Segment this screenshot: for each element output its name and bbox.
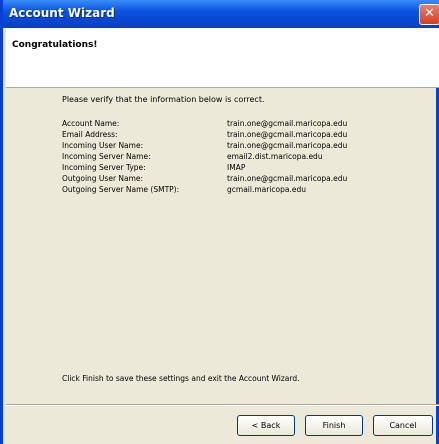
summary-row: Incoming User Name: train.one@gcmail.mar… (62, 141, 347, 152)
row-label: Account Name: (62, 119, 120, 128)
finish-instruction: Click Finish to save these settings and … (62, 374, 300, 383)
row-label: Incoming Server Type: (62, 163, 146, 172)
row-label: Email Address: (62, 130, 118, 139)
finish-button[interactable]: Finish (305, 415, 363, 436)
summary-table: Account Name: train.one@gcmail.maricopa.… (62, 119, 347, 196)
summary-row: Outgoing Server Name (SMTP): gcmail.mari… (62, 185, 347, 196)
wizard-content: Please verify that the information below… (6, 89, 439, 404)
summary-row: Outgoing User Name: train.one@gcmail.mar… (62, 174, 347, 185)
row-value: train.one@gcmail.maricopa.edu (227, 130, 348, 139)
row-value: train.one@gcmail.maricopa.edu (227, 119, 348, 128)
row-label: Incoming Server Name: (62, 152, 151, 161)
row-label: Outgoing Server Name (SMTP): (62, 185, 180, 194)
summary-row: Email Address: train.one@gcmail.maricopa… (62, 130, 347, 141)
separator (6, 404, 439, 406)
title-bar[interactable]: Account Wizard ✕ (3, 0, 439, 28)
row-value: train.one@gcmail.maricopa.edu (227, 174, 348, 183)
account-wizard-window: Account Wizard ✕ Congratulations! Please… (0, 0, 439, 444)
close-button[interactable]: ✕ (419, 4, 439, 25)
summary-row: Incoming Server Name: email2.dist.marico… (62, 152, 347, 163)
summary-row: Incoming Server Type: IMAP (62, 163, 347, 174)
summary-row: Account Name: train.one@gcmail.maricopa.… (62, 119, 347, 130)
row-value: train.one@gcmail.maricopa.edu (227, 141, 348, 150)
intro-text: Please verify that the information below… (62, 95, 265, 104)
row-value: gcmail.maricopa.edu (227, 185, 306, 194)
back-button[interactable]: < Back (237, 415, 295, 436)
row-label: Incoming User Name: (62, 141, 144, 150)
row-value: email2.dist.maricopa.edu (227, 152, 323, 161)
row-label: Outgoing User Name: (62, 174, 144, 183)
window-title: Account Wizard (9, 6, 115, 20)
row-value: IMAP (227, 163, 246, 172)
close-icon: ✕ (424, 6, 435, 21)
page-title: Congratulations! (12, 40, 98, 50)
cancel-button[interactable]: Cancel (373, 415, 433, 436)
wizard-header: Congratulations! (6, 28, 439, 88)
